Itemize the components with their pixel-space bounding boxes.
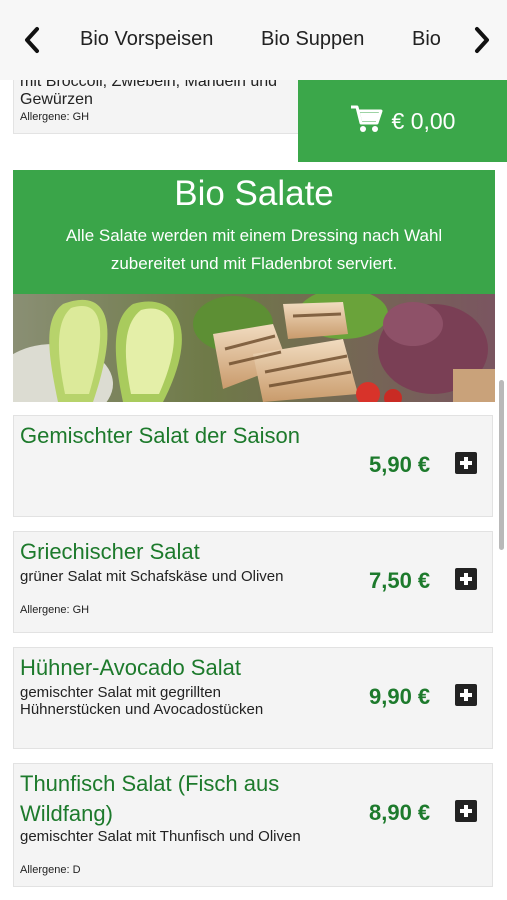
menu-item[interactable]: Thunfisch Salat (Fisch aus Wildfang) gem… — [13, 763, 493, 887]
previous-item-allergen: Allergene: GH — [20, 111, 90, 123]
tab-bio-partial[interactable]: Bio — [412, 28, 441, 51]
salad-category-image — [13, 294, 495, 402]
menu-page: Bio Vorspeisen Bio Suppen Bio mit Brocco… — [0, 0, 507, 900]
menu-item[interactable]: Griechischer Salat grüner Salat mit Scha… — [13, 531, 493, 633]
chevron-right-icon[interactable] — [464, 22, 500, 58]
previous-item-description-line2: Gewürzen — [20, 91, 93, 108]
cart-total: € 0,00 — [391, 107, 456, 134]
scrollbar-thumb[interactable] — [499, 380, 504, 550]
item-name: Hühner-Avocado Salat — [20, 655, 241, 680]
item-name: Gemischter Salat der Saison — [20, 423, 301, 448]
category-header: Bio Salate Alle Salate werden mit einem … — [13, 170, 495, 294]
cart-button[interactable]: € 0,00 — [298, 80, 507, 162]
item-allergen: Allergene: GH — [20, 604, 90, 616]
category-description: Alle Salate werden mit einem Dressing na… — [65, 226, 443, 273]
plus-square-icon[interactable] — [455, 800, 477, 822]
item-price: 8,90 € — [369, 800, 431, 825]
item-name: Griechischer Salat — [20, 539, 200, 564]
item-description: gemischter Salat mit gegrillten Hühnerst… — [20, 684, 264, 718]
menu-item[interactable]: Hühner-Avocado Salat gemischter Salat mi… — [13, 647, 493, 749]
category-tabs: Bio Vorspeisen Bio Suppen Bio — [62, 0, 452, 80]
item-allergen: Allergene: D — [20, 864, 81, 876]
plus-square-icon[interactable] — [455, 568, 477, 590]
menu-item[interactable]: Gemischter Salat der Saison 5,90 € — [13, 415, 493, 517]
category-nav-bar: Bio Vorspeisen Bio Suppen Bio — [0, 0, 507, 80]
item-description: gemischter Salat mit Thunfisch und Olive… — [20, 828, 301, 845]
category-title: Bio Salate — [174, 174, 334, 213]
tab-bio-suppen[interactable]: Bio Suppen — [261, 28, 364, 51]
item-description: grüner Salat mit Schafskäse und Oliven — [20, 568, 284, 585]
item-price: 5,90 € — [369, 452, 431, 477]
tab-bio-vorspeisen[interactable]: Bio Vorspeisen — [80, 28, 213, 51]
item-price: 7,50 € — [369, 568, 431, 593]
plus-square-icon[interactable] — [455, 684, 477, 706]
item-price: 9,90 € — [369, 684, 431, 709]
chevron-left-icon[interactable] — [14, 22, 50, 58]
shopping-cart-icon — [350, 104, 384, 139]
plus-square-icon[interactable] — [455, 452, 477, 474]
item-name: Thunfisch Salat (Fisch aus Wildfang) — [20, 771, 280, 826]
